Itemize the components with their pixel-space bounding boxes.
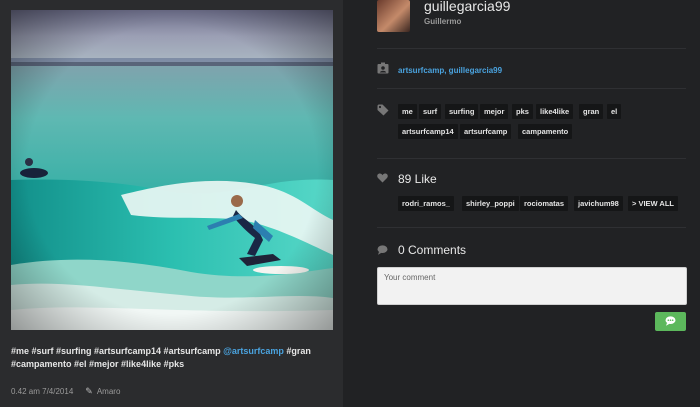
full-name: Guillermo (424, 17, 462, 26)
heart-icon[interactable] (377, 173, 388, 186)
pencil-icon: ✎ (85, 386, 93, 396)
liker-chip[interactable]: rociomatas (520, 196, 569, 211)
liker-chip[interactable]: shirley_poppi (462, 196, 519, 211)
divider (377, 158, 686, 159)
tag-chip[interactable]: pks (512, 104, 533, 119)
person-badge-icon (377, 62, 389, 77)
caption-mention[interactable]: @artsurfcamp (223, 346, 284, 356)
view-all-likes-button[interactable]: > VIEW ALL (628, 196, 679, 211)
comments-count: 0 Comments (398, 243, 467, 257)
post-meta: 0.42 am 7/4/2014 ✎ Amaro (11, 386, 120, 397)
caption-hashtags-1[interactable]: #me #surf #surfing #artsurfcamp14 #artsu… (11, 346, 223, 356)
divider (377, 48, 686, 49)
tag-chip[interactable]: me (398, 104, 417, 119)
tag-chip[interactable]: artsurfcamp (460, 124, 512, 139)
speech-bubble-icon (377, 245, 388, 258)
avatar[interactable] (377, 0, 410, 32)
divider (377, 88, 686, 89)
tag-chip[interactable]: surf (419, 104, 442, 119)
tag-chip[interactable]: surfing (445, 104, 479, 119)
chat-send-icon (665, 314, 676, 329)
tag-chip[interactable]: el (607, 104, 622, 119)
tagged-users[interactable]: artsurfcamp, guillegarcia99 (398, 66, 502, 75)
tag-icon (377, 104, 389, 119)
divider (377, 227, 686, 228)
post-filter: Amaro (96, 387, 121, 396)
comment-input[interactable] (377, 267, 687, 305)
likes-count: 89 Like (398, 172, 437, 186)
tag-chip[interactable]: mejor (480, 104, 509, 119)
username[interactable]: guillegarcia99 (424, 0, 510, 14)
liker-chip[interactable]: javichum98 (574, 196, 623, 211)
tag-chip[interactable]: artsurfcamp14 (398, 124, 458, 139)
post-details-panel: guillegarcia99 Guillermo artsurfcamp, gu… (343, 0, 700, 407)
tag-chip[interactable]: campamento (518, 124, 573, 139)
surf-photo-image (11, 10, 333, 330)
post-photo[interactable] (11, 10, 333, 330)
tag-chip[interactable]: gran (579, 104, 604, 119)
post-time: 0.42 am 7/4/2014 (11, 387, 74, 396)
send-comment-button[interactable] (655, 312, 686, 331)
post-media-panel: #me #surf #surfing #artsurfcamp14 #artsu… (0, 0, 343, 407)
tag-chip[interactable]: like4like (536, 104, 574, 119)
liker-chip[interactable]: rodri_ramos_ (398, 196, 454, 211)
post-caption: #me #surf #surfing #artsurfcamp14 #artsu… (11, 345, 333, 371)
